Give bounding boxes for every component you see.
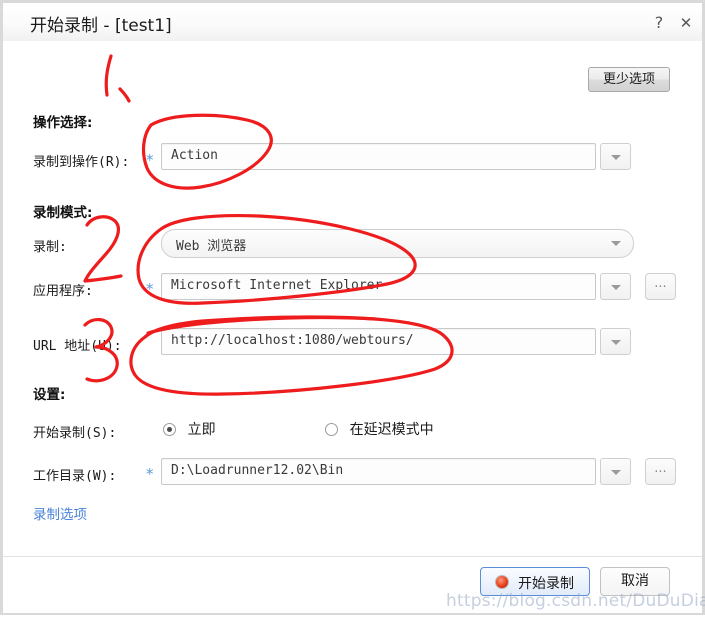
application-combobox[interactable]: Microsoft Internet Explorer	[161, 273, 596, 300]
window-title: 开始录制 - [test1]	[30, 16, 172, 36]
watermark: https://blog.csdn.net/DuDuDian	[446, 591, 705, 611]
label-url-address: URL 地址(U):	[33, 339, 122, 354]
radio-immediate-label: 立即	[187, 422, 216, 438]
radio-immediate-indicator	[163, 422, 176, 436]
application-browse-button[interactable]: ...	[645, 273, 676, 300]
required-star-working-directory: *	[146, 465, 154, 483]
less-options-button[interactable]: 更少选项	[588, 67, 670, 92]
chevron-down-icon	[611, 241, 621, 246]
radio-delayed-indicator	[325, 422, 338, 436]
application-dropdown-arrow[interactable]	[600, 273, 631, 300]
label-working-directory: 工作目录(W):	[33, 469, 117, 484]
application-value: Microsoft Internet Explorer	[171, 278, 383, 293]
working-directory-browse-button[interactable]: ...	[645, 458, 676, 485]
radio-delayed[interactable]: 在延迟模式中	[325, 419, 434, 439]
title-bar: 开始录制 - [test1] ? ✕	[3, 3, 702, 42]
recording-options-link[interactable]: 录制选项	[33, 503, 87, 523]
section-settings: 设置:	[33, 387, 66, 403]
record-dot-icon	[495, 575, 509, 589]
working-directory-value: D:\Loadrunner12.02\Bin	[171, 463, 344, 478]
record-into-action-combobox[interactable]: Action	[161, 143, 596, 170]
chevron-down-icon	[611, 285, 621, 290]
section-record-mode: 录制模式:	[33, 205, 93, 221]
working-directory-combobox[interactable]: D:\Loadrunner12.02\Bin	[161, 458, 596, 485]
radio-immediate[interactable]: 立即	[163, 419, 216, 439]
close-icon[interactable]: ✕	[675, 12, 697, 34]
start-recording-dialog: 开始录制 - [test1] ? ✕ 更少选项 操作选择: 录制到操作(R): …	[0, 0, 705, 615]
label-record-into-action: 录制到操作(R):	[33, 155, 130, 170]
url-address-dropdown-arrow[interactable]	[600, 328, 631, 355]
record-into-action-dropdown-arrow[interactable]	[600, 143, 631, 170]
label-record: 录制:	[33, 240, 67, 255]
chevron-down-icon	[611, 340, 621, 345]
dialog-body: 更少选项 操作选择: 录制到操作(R): * Action 录制模式: 录制: …	[3, 41, 702, 556]
required-star-application: *	[146, 280, 154, 298]
record-into-action-value: Action	[171, 148, 218, 163]
chevron-down-icon	[611, 470, 621, 475]
radio-delayed-label: 在延迟模式中	[349, 422, 434, 438]
label-application: 应用程序:	[33, 284, 93, 299]
working-directory-dropdown-arrow[interactable]	[600, 458, 631, 485]
record-mode-combobox[interactable]: Web 浏览器	[161, 229, 634, 258]
required-star-record-into-action: *	[146, 151, 154, 169]
record-mode-value: Web 浏览器	[176, 239, 247, 254]
start-recording-label: 开始录制	[518, 576, 574, 592]
url-address-value: http://localhost:1080/webtours/	[171, 333, 414, 348]
section-action-selection: 操作选择:	[33, 115, 93, 131]
label-start-recording-mode: 开始录制(S):	[33, 426, 117, 441]
chevron-down-icon	[611, 155, 621, 160]
url-address-combobox[interactable]: http://localhost:1080/webtours/	[161, 328, 596, 355]
help-icon[interactable]: ?	[648, 12, 670, 34]
